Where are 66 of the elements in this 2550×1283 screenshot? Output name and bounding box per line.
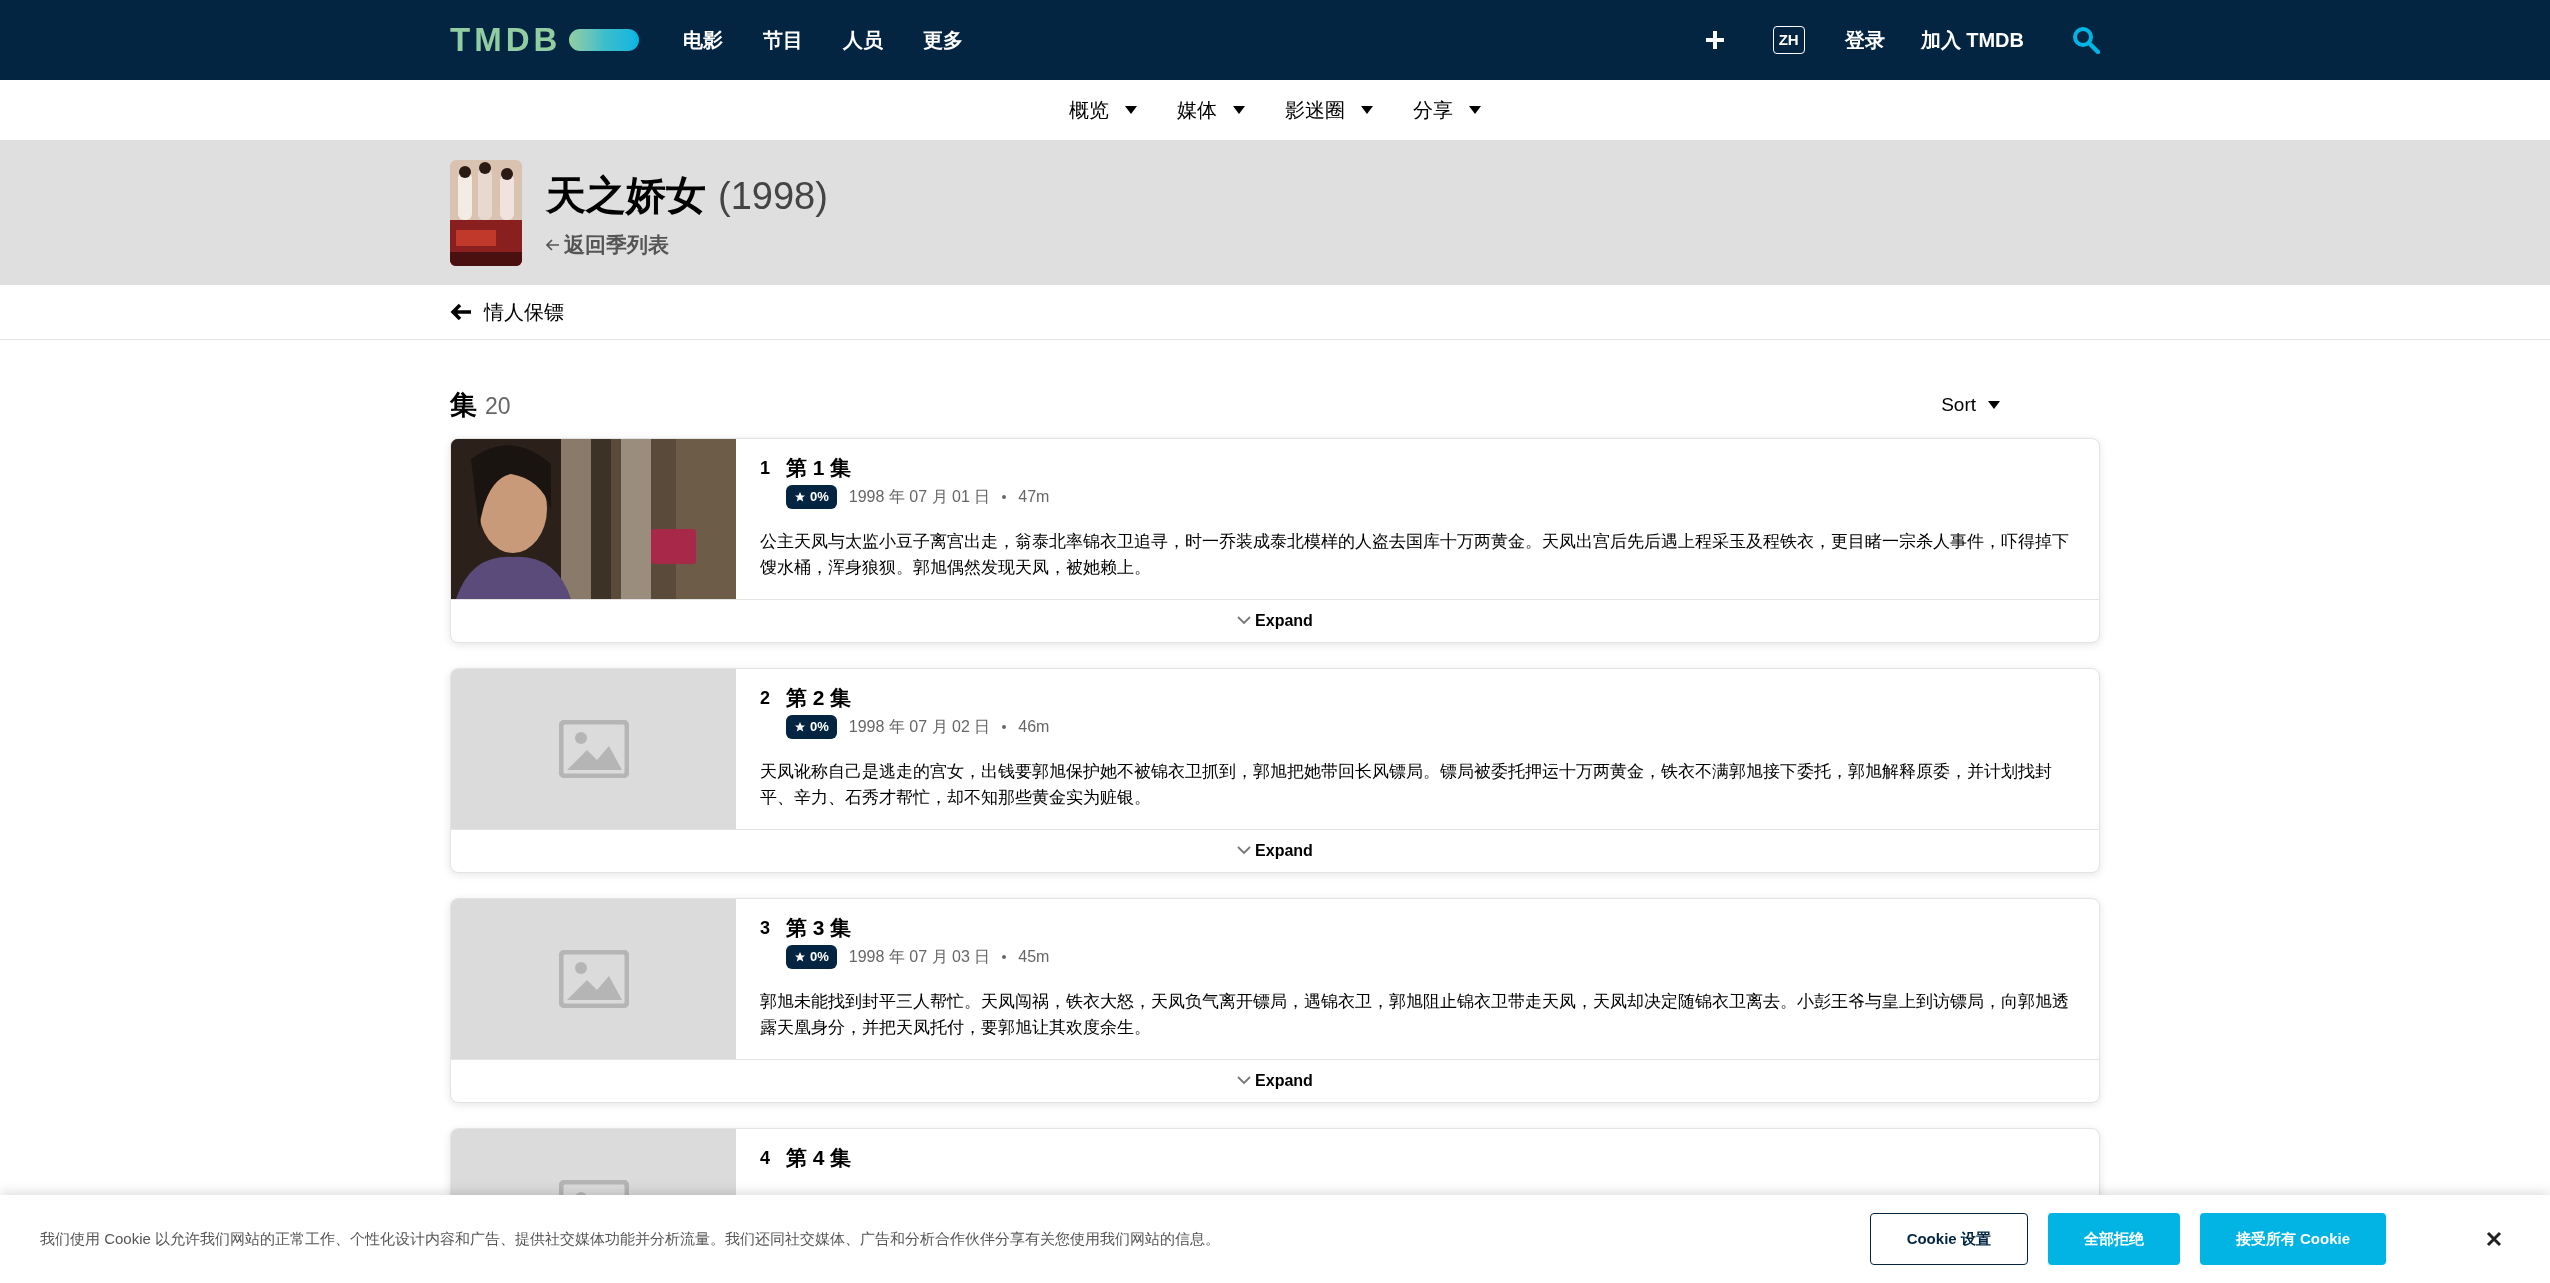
cookie-notice: 我们使用 Cookie 以允许我们网站的正常工作、个性化设计内容和广告、提供社交媒体功能并分析流量。我们还同社交媒体、广告和分析合作伙伴分享有关您使用我们网站的信息。 <box>40 1228 1222 1249</box>
air-date: 1998 年 07 月 02 日 <box>848 716 991 737</box>
image-icon <box>558 719 629 778</box>
episode-title: 第 2 集 <box>786 684 853 711</box>
episode-title: 第 1 集 <box>786 454 853 481</box>
sort-menu[interactable]: Sort <box>1941 391 2000 420</box>
nav-link[interactable]: 人员 <box>843 25 884 55</box>
expand-button[interactable]: Expand <box>1237 1068 1313 1093</box>
subnav-menu[interactable]: 媒体 <box>1177 95 1245 125</box>
caret-icon <box>1469 106 1481 114</box>
arrow-left-icon <box>546 238 560 251</box>
episode-number: 3 <box>760 916 770 937</box>
search-icon[interactable] <box>2072 26 2100 54</box>
runtime: 45m <box>1018 946 1050 967</box>
logo-pill-icon <box>569 29 640 51</box>
episode-overview: 天凤讹称自己是逃走的宫女，出钱要郭旭保护她不被锦衣卫抓到，郭旭把她带回长风镖局。镖局被委托押运十万两黄金，铁衣不满郭旭接下委托，郭旭解释原委，并计划找封平、辛力、石秀才帮忙，却不知那些黄金实为赃银。 <box>760 760 2053 809</box>
caret-icon <box>1361 106 1373 114</box>
expand-button[interactable]: Expand <box>1237 608 1313 633</box>
show-year: (1998) <box>718 173 828 219</box>
section-title: 集 <box>450 389 477 422</box>
caret-icon <box>1125 106 1137 114</box>
bullet-icon <box>1002 494 1007 499</box>
nav-link[interactable]: 电影 <box>683 25 724 55</box>
join-link[interactable]: 加入 TMDB <box>1920 25 2024 55</box>
air-date: 1998 年 07 月 03 日 <box>848 946 991 967</box>
arrow-left-icon <box>450 303 472 321</box>
subnav-menu[interactable]: 影迷圈 <box>1285 95 1373 125</box>
cookie-button[interactable]: Cookie 设置 <box>1869 1213 2028 1265</box>
episode-number: 1 <box>760 456 770 477</box>
runtime: 47m <box>1018 486 1050 507</box>
chevron-down-icon <box>1237 1076 1252 1085</box>
episode-title: 第 3 集 <box>786 914 853 941</box>
logo[interactable]: TMDB <box>450 15 562 65</box>
caret-icon <box>1988 401 2000 410</box>
bullet-icon <box>1002 724 1007 729</box>
nav-link[interactable]: 更多 <box>923 25 964 55</box>
subnav-menu[interactable]: 分享 <box>1413 95 1481 125</box>
rating-badge: 0% <box>786 945 837 969</box>
star-icon <box>794 720 806 733</box>
episode-number: 2 <box>760 686 770 707</box>
episode-overview: 公主天凤与太监小豆子离宫出走，翁泰北率锦衣卫追寻，时一乔装成泰北模样的人盗去国库十万两黄金。天凤出宫后先后遇上程采玉及程铁衣，更目睹一宗杀人事件，吓得掉下馊水桶，浑身狼狈。郭旭偶然发现天凤，被她赖上。 <box>760 530 2070 579</box>
caret-icon <box>1233 106 1245 114</box>
air-date: 1998 年 07 月 01 日 <box>848 486 991 507</box>
episode-number: 4 <box>760 1146 770 1167</box>
subnav-menu[interactable]: 概览 <box>1069 95 1137 125</box>
episode-count: 20 <box>485 392 511 421</box>
episode-overview: 郭旭未能找到封平三人帮忙。天凤闯祸，铁衣大怒，天凤负气离开镖局，遇锦衣卫，郭旭阻止锦衣卫带走天凤，天凤却决定随锦衣卫离去。小彭王爷与皇上到访镖局，向郭旭透露天凰身分，并把天凤托付，要郭旭让其欢度余生。 <box>760 990 2070 1039</box>
chevron-down-icon <box>1237 616 1252 625</box>
plus-icon[interactable] <box>1704 30 1725 50</box>
close-icon[interactable] <box>2486 1231 2502 1247</box>
show-title: 天之娇女 <box>546 171 706 219</box>
language-button[interactable]: ZH <box>1772 25 1805 55</box>
rating-badge: 0% <box>786 715 837 739</box>
season-back-link[interactable]: 情人保镖 <box>450 297 2100 327</box>
rating-badge: 0% <box>786 485 837 509</box>
expand-button[interactable]: Expand <box>1237 838 1313 863</box>
chevron-down-icon <box>1237 846 1252 855</box>
image-icon <box>558 949 629 1008</box>
nav-link[interactable]: 节目 <box>763 25 804 55</box>
runtime: 46m <box>1018 716 1050 737</box>
back-link[interactable]: 返回季列表 <box>546 228 828 261</box>
login-link[interactable]: 登录 <box>1844 25 1885 55</box>
star-icon <box>794 490 806 503</box>
star-icon <box>794 950 806 963</box>
episode-title: 第 4 集 <box>786 1144 852 1171</box>
bullet-icon <box>1002 954 1007 959</box>
